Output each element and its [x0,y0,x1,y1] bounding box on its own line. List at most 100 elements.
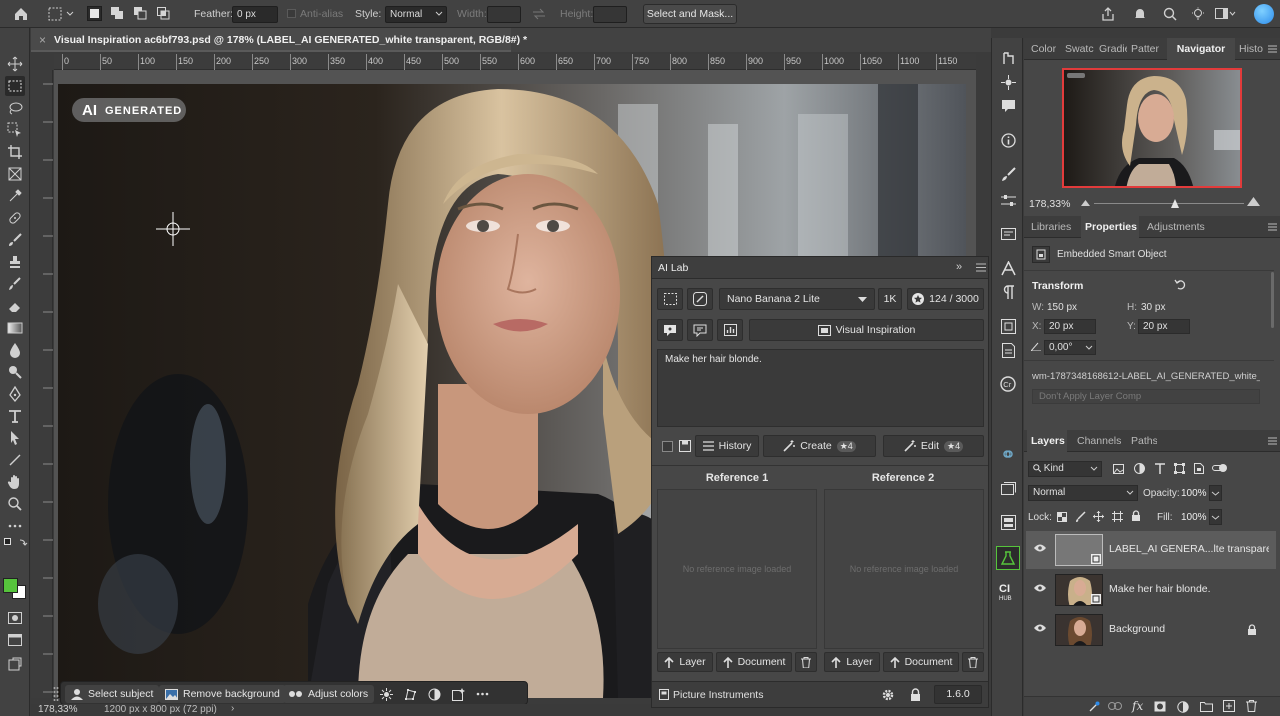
brush-tool-icon[interactable] [5,230,25,250]
link-plugin-icon[interactable] [998,444,1018,464]
hand-tool-icon[interactable] [5,472,25,492]
gear-icon[interactable] [881,688,895,702]
marquee-preset-icon[interactable] [47,6,75,22]
fill-value[interactable]: 100% [1181,512,1207,523]
lock-pixels-icon[interactable] [1075,511,1086,522]
library-panel-icon[interactable] [998,478,1018,498]
adjustment-layer-icon[interactable] [1177,701,1189,713]
path-selection-tool-icon[interactable] [5,428,25,448]
crop-tool-icon[interactable] [5,142,25,162]
selection-mode-button[interactable] [657,288,683,310]
reset-transform-icon[interactable] [1174,278,1186,290]
zoom-slider-track[interactable] [1094,203,1244,204]
lock-position-icon[interactable] [1093,511,1104,522]
antialias-checkbox[interactable] [287,9,296,18]
new-selection-icon[interactable] [87,6,102,21]
zoom-level[interactable]: 178,33% [38,704,77,715]
eraser-tool-icon[interactable] [5,296,25,316]
mask-circle-icon[interactable] [427,687,441,701]
new-layer-icon[interactable] [1223,700,1235,712]
tab-navigator[interactable]: Navigator [1167,38,1235,60]
add-mask-icon[interactable] [1154,701,1166,712]
panel-menu-icon[interactable] [1268,223,1277,231]
swap-colors-icon[interactable] [4,538,28,548]
history-panel-icon[interactable] [998,48,1018,68]
screen-mode-icon[interactable] [5,630,25,650]
line-tool-icon[interactable] [5,450,25,470]
reference-2-dropzone[interactable]: No reference image loaded [824,489,984,649]
avatar[interactable] [1254,4,1274,24]
reference-1-dropzone[interactable]: No reference image loaded [657,489,817,649]
move-tool-icon[interactable] [5,54,25,74]
panel-menu-icon[interactable] [1268,437,1277,445]
visibility-eye-icon[interactable] [1034,544,1046,552]
actions-panel-icon[interactable] [998,72,1018,92]
feather-input[interactable]: 0 px [232,6,278,23]
visibility-eye-icon[interactable] [1034,584,1046,592]
layer-comps-panel-icon[interactable] [998,512,1018,532]
model-select[interactable]: Nano Banana 2 Lite [719,288,875,310]
layer-style-fx-icon[interactable]: fx [1132,699,1143,713]
tab-libraries[interactable]: Libraries [1027,216,1077,238]
brush-mask-button[interactable] [687,288,713,310]
swap-icon[interactable] [532,7,546,21]
tab-swatches[interactable]: Swatc [1061,38,1095,60]
search-icon[interactable] [1162,6,1178,22]
foreground-color-swatch[interactable] [3,578,18,593]
rectangular-marquee-tool-icon[interactable] [5,76,25,96]
home-icon[interactable] [12,5,30,23]
tab-adjustments[interactable]: Adjustments [1143,216,1207,238]
bell-icon[interactable] [1132,6,1148,22]
w-value[interactable]: 150 px [1047,302,1077,313]
ci-hub-icon[interactable]: CI HUB [996,578,1020,604]
select-and-mask-button[interactable]: Select and Mask... [643,4,737,24]
edit-button[interactable]: Edit ★4 [883,435,984,457]
resolution-button[interactable]: 1K [878,288,902,310]
info-panel-icon[interactable] [998,130,1018,150]
quick-mask-icon[interactable] [5,608,25,628]
h-value[interactable]: 30 px [1141,302,1165,313]
link-layers-icon[interactable] [1108,702,1122,710]
gradient-tool-icon[interactable] [5,318,25,338]
opacity-chevron-icon[interactable] [1209,485,1222,501]
lasso-tool-icon[interactable] [5,98,25,118]
layer-name[interactable]: Make her hair blonde. [1109,583,1269,595]
ref1-delete-button[interactable] [795,652,817,672]
y-input[interactable]: 20 px [1138,319,1190,334]
ai-lab-plugin-icon[interactable] [996,546,1020,570]
picture-instruments-label[interactable]: Picture Instruments [673,689,763,701]
save-icon[interactable] [679,440,691,452]
panel-menu-icon[interactable] [1268,45,1277,53]
type-tool-icon[interactable] [5,406,25,426]
brush-settings-panel-icon[interactable] [998,164,1018,184]
ref2-layer-button[interactable]: Layer [824,652,880,672]
tab-paths[interactable]: Paths [1127,430,1157,452]
tab-patterns[interactable]: Patter [1127,38,1165,60]
filter-adjustment-icon[interactable] [1134,463,1145,474]
delete-layer-icon[interactable] [1246,700,1257,712]
spot-healing-tool-icon[interactable] [5,208,25,228]
generative-fill-icon[interactable] [451,687,465,701]
frame-tool-icon[interactable] [5,164,25,184]
adjust-colors-button[interactable]: Adjust colors [283,685,375,703]
x-input[interactable]: 20 px [1044,319,1096,334]
comments-panel-icon[interactable] [998,96,1018,116]
zoom-out-icon[interactable] [1081,200,1090,206]
more-tools-icon[interactable] [5,516,25,536]
eyedropper-tool-icon[interactable] [5,186,25,206]
document-tab[interactable]: × Visual Inspiration ac6bf793.psd @ 178%… [31,28,527,52]
fill-chevron-icon[interactable] [1209,509,1222,525]
object-selection-tool-icon[interactable] [5,120,25,140]
properties-scrollbar[interactable] [1271,272,1274,328]
ref1-document-button[interactable]: Document [716,652,792,672]
tab-color[interactable]: Color [1027,38,1059,60]
layer-filter-select[interactable]: Kind [1028,461,1102,477]
lightbulb-icon[interactable] [1190,6,1206,22]
ref2-document-button[interactable]: Document [883,652,959,672]
sparkle-settings-icon[interactable] [379,687,393,701]
layer-name[interactable]: Background [1109,623,1269,635]
navigator-preview[interactable] [1062,68,1242,188]
filter-smart-object-icon[interactable] [1194,463,1204,474]
plugins-icon[interactable] [5,654,25,674]
remove-background-button[interactable]: Remove background [159,685,286,703]
